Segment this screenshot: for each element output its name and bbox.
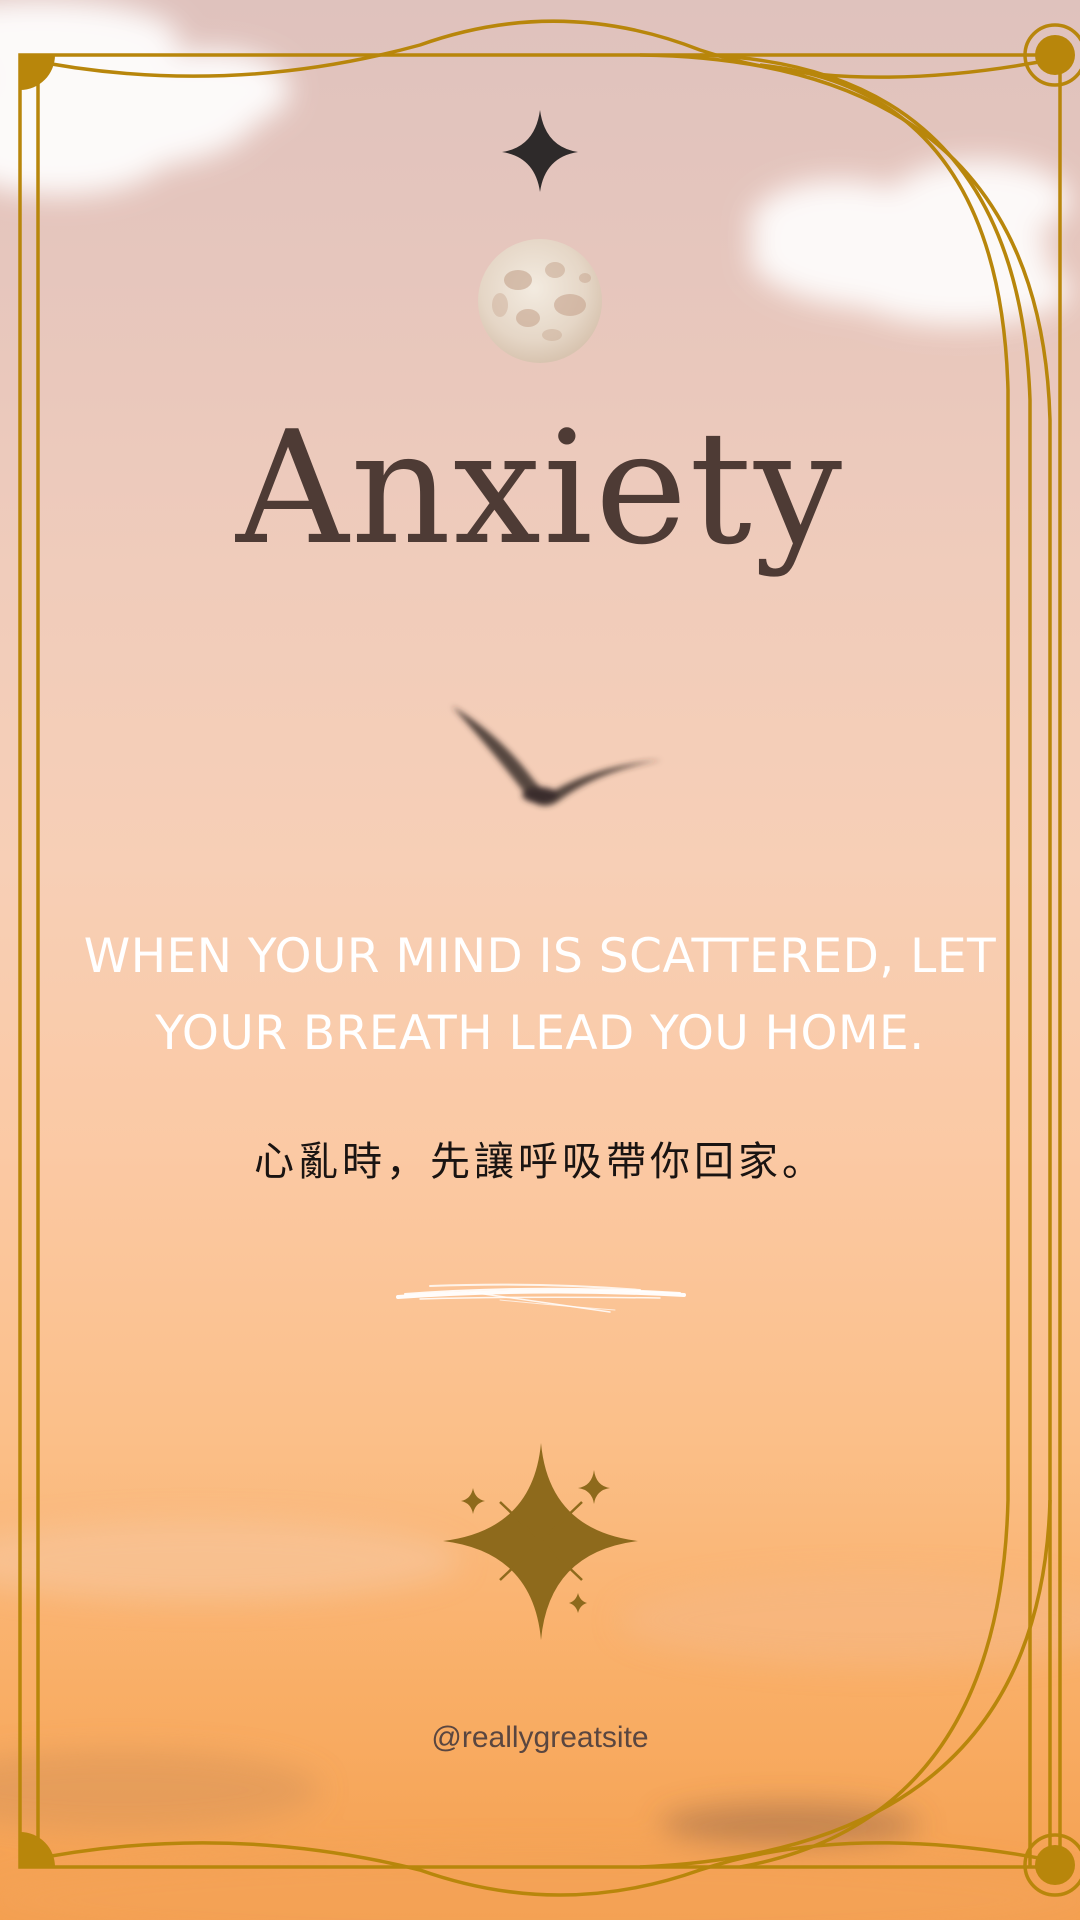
- frame-top-wave: [19, 19, 1061, 79]
- frame-right-arch-4: [639, 1499, 1052, 1869]
- poster-title: Anxiety: [235, 397, 845, 579]
- frame-corner-dot-top-right: [1035, 35, 1075, 75]
- quote-chinese: 心亂時，先讓呼吸帶你回家。: [254, 1139, 826, 1185]
- poster: Anxiety WHEN YOUR MIND IS SCATTERED, LET…: [0, 0, 1080, 1920]
- frame-bottom-wave: [19, 1841, 1061, 1897]
- frame-corner-dot-bottom-right: [1035, 1845, 1075, 1885]
- frame-corner-quarter-top-left: [20, 55, 55, 90]
- social-handle: @reallygreatsite: [431, 1721, 649, 1754]
- frame-corner-quarter-bottom-left: [20, 1832, 55, 1867]
- quote-english: WHEN YOUR MIND IS SCATTERED, LET YOUR BR…: [83, 929, 997, 1061]
